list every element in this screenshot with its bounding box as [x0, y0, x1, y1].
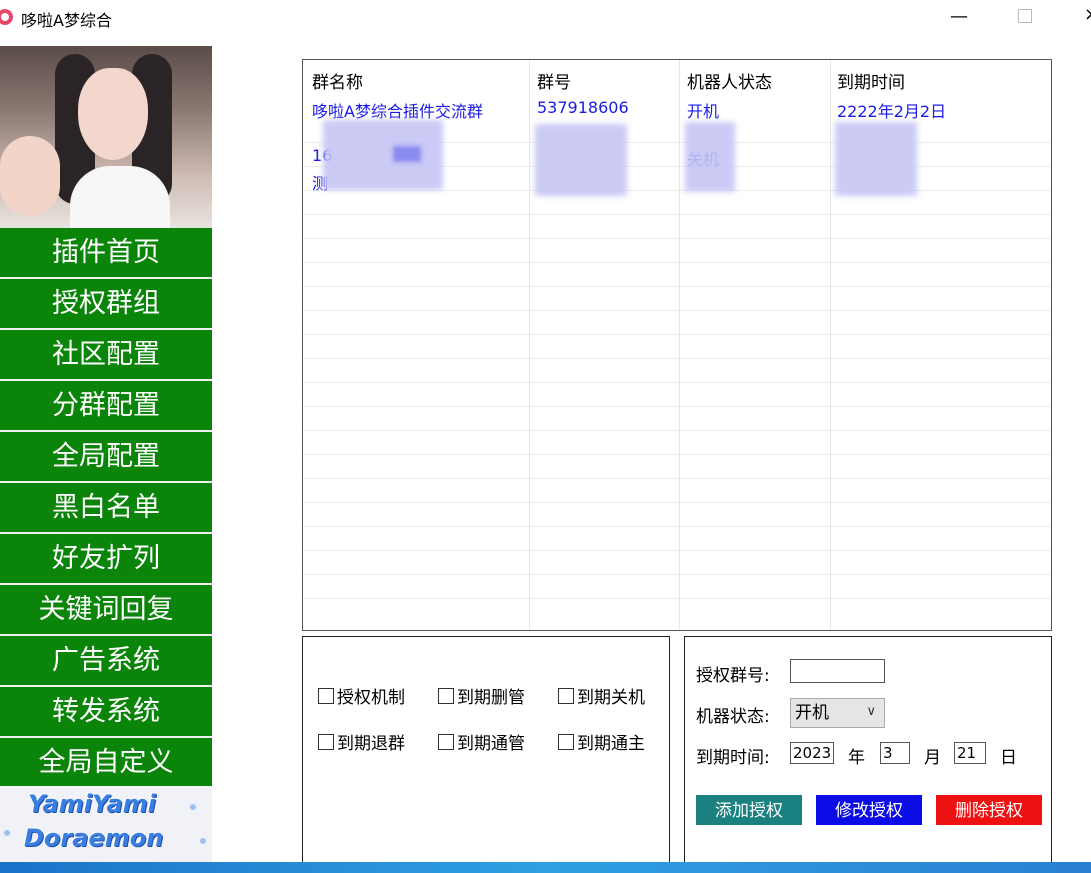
sidebar-item-plugin-home[interactable]: 插件首页: [0, 228, 212, 277]
year-unit: 年: [848, 748, 865, 768]
group-number-label: 授权群号:: [696, 666, 770, 686]
minimize-button[interactable]: —: [950, 6, 968, 27]
column-header-expire-time[interactable]: 到期时间: [837, 68, 905, 93]
redacted-area: [535, 124, 627, 196]
checkbox-label: 授权机制: [337, 688, 405, 708]
redacted-area: [323, 120, 443, 190]
day-unit: 日: [1000, 748, 1017, 768]
sidebar-item-global-config[interactable]: 全局配置: [0, 432, 212, 481]
checkbox-box[interactable]: [438, 733, 454, 750]
redacted-area: [685, 122, 735, 192]
sidebar-item-blackwhite-list[interactable]: 黑白名单: [0, 483, 212, 532]
edit-authorization-button[interactable]: 修改授权: [816, 795, 922, 825]
checkbox-label: 到期删管: [457, 688, 525, 708]
table-cell[interactable]: 哆啦A梦综合插件交流群: [312, 98, 483, 122]
sidebar-item-group-config[interactable]: 分群配置: [0, 381, 212, 430]
sidebar-item-forward-system[interactable]: 转发系统: [0, 687, 212, 736]
avatar-image: [0, 46, 212, 228]
logo-text-bottom: Doraemon: [24, 824, 164, 852]
column-header-bot-status[interactable]: 机器人状态: [687, 68, 772, 93]
table-cell[interactable]: 开机: [687, 98, 719, 122]
title-bar: 哆啦A梦综合 — ×: [0, 0, 1091, 36]
table-cell[interactable]: 2222年2月2日: [837, 98, 946, 122]
checkbox-expire-notify-admin[interactable]: 到期通管: [438, 729, 525, 754]
doraemon-logo: YamiYami Doraemon: [0, 786, 212, 862]
app-icon: [0, 9, 13, 25]
sidebar-item-keyword-reply[interactable]: 关键词回复: [0, 585, 212, 634]
maximize-button[interactable]: [1018, 9, 1032, 23]
checkbox-expire-remove-admin[interactable]: 到期删管: [438, 683, 525, 708]
delete-authorization-button[interactable]: 删除授权: [936, 795, 1042, 825]
sidebar-item-ad-system[interactable]: 广告系统: [0, 636, 212, 685]
checkbox-box[interactable]: [558, 687, 574, 704]
sidebar: 插件首页 授权群组 社区配置 分群配置 全局配置 黑白名单 好友扩列 关键词回复…: [0, 46, 212, 862]
checkbox-label: 到期退群: [337, 734, 405, 754]
table-header: 群名称 群号 机器人状态 到期时间: [303, 60, 1051, 96]
sidebar-item-friend-expand[interactable]: 好友扩列: [0, 534, 212, 583]
year-input[interactable]: 2023: [790, 742, 834, 764]
add-authorization-button[interactable]: 添加授权: [696, 795, 802, 825]
chevron-down-icon: ∨: [866, 704, 876, 719]
sidebar-item-authorized-groups[interactable]: 授权群组: [0, 279, 212, 328]
checkbox-label: 到期通管: [457, 734, 525, 754]
bot-status-value: 开机: [795, 703, 829, 723]
authorization-form-panel: 授权群号: 机器状态: 开机 ∨ 到期时间: 2023 年 3 月 21 日 添…: [684, 636, 1052, 863]
day-input[interactable]: 21: [954, 742, 986, 764]
authorized-groups-table[interactable]: 群名称 群号 机器人状态 到期时间 哆啦A梦综合插件交流群 537918606 …: [302, 59, 1052, 631]
month-unit: 月: [924, 748, 941, 768]
sidebar-item-global-custom[interactable]: 全局自定义: [0, 738, 212, 787]
column-header-group-name[interactable]: 群名称: [312, 68, 363, 93]
logo-text-top: YamiYami: [28, 790, 156, 818]
checkbox-label: 到期通主: [577, 734, 645, 754]
window-title: 哆啦A梦综合: [21, 11, 112, 30]
group-number-input[interactable]: [790, 659, 885, 683]
taskbar-strip: [0, 862, 1091, 873]
month-input[interactable]: 3: [880, 742, 910, 764]
bot-status-select[interactable]: 开机 ∨: [790, 698, 885, 728]
sidebar-item-community-config[interactable]: 社区配置: [0, 330, 212, 379]
expire-time-label: 到期时间:: [696, 748, 770, 768]
redacted-area: [393, 146, 421, 162]
checkbox-box[interactable]: [438, 687, 454, 704]
bot-status-label: 机器状态:: [696, 707, 770, 727]
checkbox-box[interactable]: [318, 687, 334, 704]
close-button[interactable]: ×: [1084, 4, 1091, 25]
checkbox-auth-mechanism[interactable]: 授权机制: [318, 683, 405, 708]
table-cell[interactable]: 537918606: [537, 98, 629, 117]
checkbox-expire-leave-group[interactable]: 到期退群: [318, 729, 405, 754]
checkbox-label: 到期关机: [577, 688, 645, 708]
checkbox-expire-notify-owner[interactable]: 到期通主: [558, 729, 645, 754]
options-panel: 授权机制 到期删管 到期关机 到期退群 到期通管 到期通主: [302, 636, 670, 863]
sidebar-nav: 插件首页 授权群组 社区配置 分群配置 全局配置 黑白名单 好友扩列 关键词回复…: [0, 228, 212, 789]
checkbox-box[interactable]: [318, 733, 334, 750]
checkbox-expire-shutdown[interactable]: 到期关机: [558, 683, 645, 708]
checkbox-box[interactable]: [558, 733, 574, 750]
column-header-group-number[interactable]: 群号: [537, 68, 571, 93]
redacted-area: [835, 122, 917, 196]
